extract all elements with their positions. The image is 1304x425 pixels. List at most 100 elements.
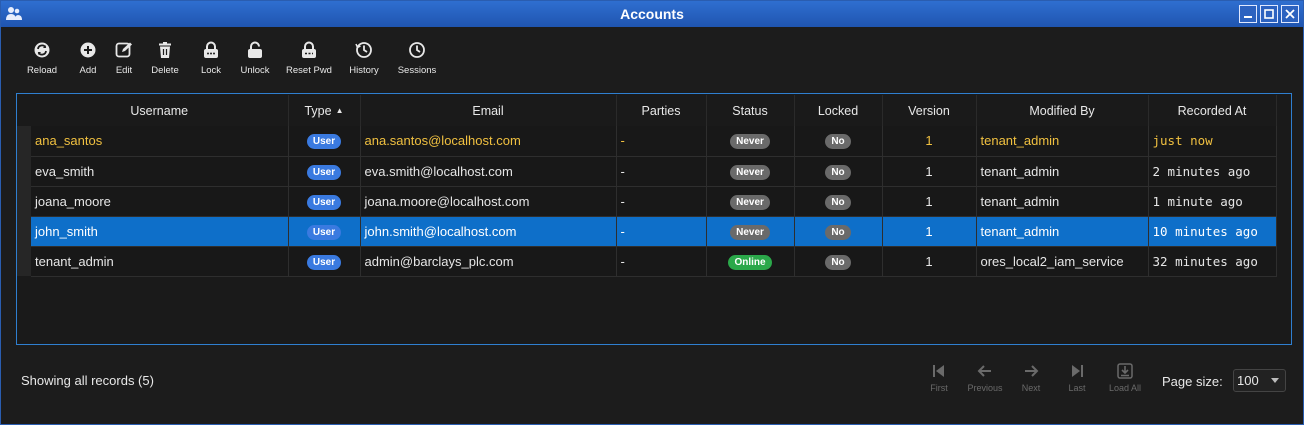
email-cell: admin@barclays_plc.com — [360, 246, 617, 277]
add-button[interactable]: Add — [72, 41, 104, 81]
toolbar: Reload Add Edit Delete Lock Unlock Reset… — [19, 41, 441, 81]
first-page-button[interactable]: First — [919, 363, 959, 393]
recorded-at-cell: 2 minutes ago — [1148, 156, 1277, 187]
unlock-button[interactable]: Unlock — [233, 41, 277, 81]
last-page-label: Last — [1068, 383, 1086, 393]
window-title: Accounts — [620, 6, 684, 22]
history-button[interactable]: History — [343, 41, 385, 81]
lock-button[interactable]: Lock — [192, 41, 230, 81]
column-header-version[interactable]: Version — [882, 95, 977, 126]
column-header-email[interactable]: Email — [360, 95, 617, 126]
delete-button[interactable]: Delete — [143, 41, 187, 81]
last-page-button[interactable]: Last — [1057, 363, 1097, 393]
maximize-icon — [1264, 9, 1274, 19]
close-button[interactable] — [1281, 5, 1299, 23]
table-row[interactable]: ana_santos User ana.santos@localhost.com… — [31, 126, 1277, 157]
status-badge: Never — [730, 164, 770, 180]
table-row[interactable]: joana_moore User joana.moore@localhost.c… — [31, 186, 1277, 217]
table-row-selected[interactable]: john_smith User john.smith@localhost.com… — [31, 216, 1277, 247]
users-icon — [6, 7, 22, 20]
maximize-button[interactable] — [1260, 5, 1278, 23]
first-page-label: First — [930, 383, 948, 393]
column-header-status[interactable]: Status — [706, 95, 795, 126]
minimize-icon — [1244, 16, 1252, 18]
previous-page-label: Previous — [967, 383, 1003, 393]
pagination: First Previous Next Last Load All — [919, 363, 1153, 393]
column-header-modified-by[interactable]: Modified By — [976, 95, 1149, 126]
locked-badge: No — [825, 164, 851, 180]
minimize-button[interactable] — [1239, 5, 1257, 23]
first-page-icon — [933, 365, 944, 377]
record-count-status: Showing all records (5) — [21, 373, 154, 388]
next-page-button[interactable]: Next — [1011, 363, 1051, 393]
type-cell: User — [288, 156, 361, 187]
history-icon — [355, 42, 372, 58]
table-row[interactable]: tenant_admin User admin@barclays_plc.com… — [31, 246, 1277, 277]
table-row[interactable]: eva_smith User eva.smith@localhost.com -… — [31, 156, 1277, 187]
email-cell: ana.santos@localhost.com — [360, 126, 617, 157]
username-cell: eva_smith — [31, 156, 289, 187]
unlock-icon — [248, 41, 262, 58]
modified-by-cell: tenant_admin — [976, 216, 1149, 247]
sessions-button[interactable]: Sessions — [393, 41, 441, 81]
download-icon — [1117, 363, 1133, 379]
load-all-label: Load All — [1108, 383, 1142, 393]
recorded-at-cell: 10 minutes ago — [1148, 216, 1277, 247]
locked-badge: No — [825, 194, 851, 210]
locked-cell: No — [794, 246, 883, 277]
delete-label: Delete — [151, 65, 179, 76]
title-bar[interactable]: Accounts — [1, 1, 1303, 27]
status-cell: Never — [706, 186, 795, 217]
username-cell: john_smith — [31, 216, 289, 247]
version-cell: 1 — [882, 246, 977, 277]
username-cell: joana_moore — [31, 186, 289, 217]
parties-cell: - — [616, 216, 707, 247]
recorded-at-cell: 32 minutes ago — [1148, 246, 1277, 277]
column-header-locked[interactable]: Locked — [794, 95, 883, 126]
email-cell: eva.smith@localhost.com — [360, 156, 617, 187]
type-badge: User — [306, 134, 342, 150]
row-header[interactable] — [17, 126, 31, 156]
history-label: History — [349, 65, 379, 76]
status-cell: Never — [706, 156, 795, 187]
modified-by-cell: tenant_admin — [976, 156, 1149, 187]
status-badge: Never — [730, 134, 770, 150]
parties-cell: - — [616, 186, 707, 217]
column-header-type[interactable]: Type ▲ — [288, 95, 361, 126]
unlock-label: Unlock — [240, 65, 270, 76]
locked-cell: No — [794, 216, 883, 247]
locked-cell: No — [794, 156, 883, 187]
sessions-icon — [409, 42, 425, 58]
last-page-icon — [1072, 365, 1083, 377]
row-header[interactable] — [17, 216, 31, 246]
load-all-button[interactable]: Load All — [1103, 363, 1147, 393]
reset-password-icon — [302, 41, 316, 58]
type-badge: User — [306, 224, 342, 240]
column-header-username[interactable]: Username — [31, 95, 289, 126]
recorded-at-cell: just now — [1148, 126, 1277, 157]
reload-icon — [34, 42, 50, 58]
previous-page-button[interactable]: Previous — [965, 363, 1005, 393]
reset-password-label: Reset Pwd — [286, 65, 332, 76]
arrow-right-icon — [1025, 365, 1039, 377]
accounts-table[interactable]: Username Type ▲ Email Parties Status Lock… — [16, 93, 1292, 345]
email-cell: john.smith@localhost.com — [360, 216, 617, 247]
edit-button[interactable]: Edit — [107, 41, 141, 81]
locked-cell: No — [794, 186, 883, 217]
row-header[interactable] — [17, 156, 31, 186]
column-header-parties[interactable]: Parties — [616, 95, 707, 126]
email-cell: joana.moore@localhost.com — [360, 186, 617, 217]
type-cell: User — [288, 216, 361, 247]
column-header-recorded-at[interactable]: Recorded At — [1148, 95, 1277, 126]
accounts-grid: Username Type ▲ Email Parties Status Lock… — [31, 95, 1277, 277]
reset-password-button[interactable]: Reset Pwd — [281, 41, 337, 81]
row-header[interactable] — [17, 246, 31, 276]
page-size-select[interactable]: 100 — [1233, 369, 1286, 392]
locked-badge: No — [825, 134, 851, 150]
type-badge: User — [306, 254, 342, 270]
reload-button[interactable]: Reload — [19, 41, 65, 81]
locked-cell: No — [794, 126, 883, 157]
row-header[interactable] — [17, 186, 31, 216]
version-cell: 1 — [882, 126, 977, 157]
arrow-left-icon — [977, 365, 991, 377]
